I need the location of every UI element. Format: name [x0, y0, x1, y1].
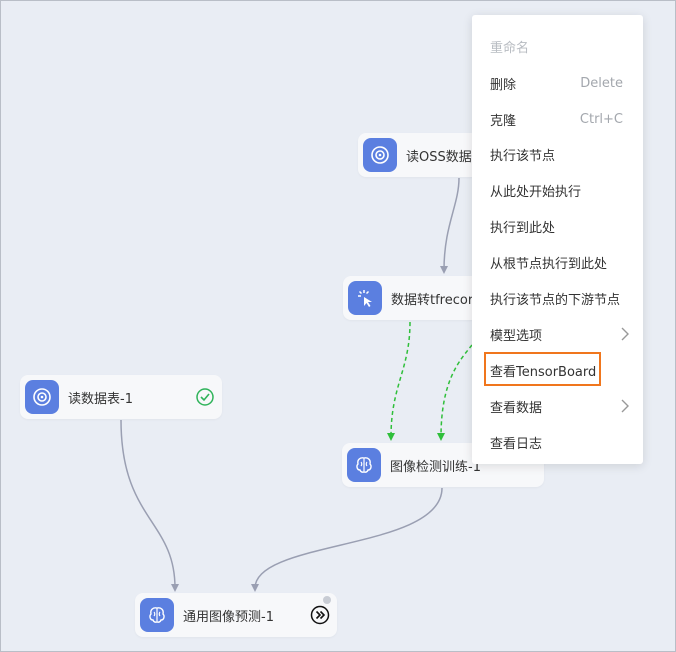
menu-item-label: 模型选项 [490, 328, 543, 344]
menu-item-label: 查看数据 [490, 400, 543, 416]
node-image-predict[interactable]: 通用图像预测-1 [135, 593, 337, 637]
cursor-click-icon [348, 281, 382, 315]
menu-item-rename[interactable]: 重命名 [472, 29, 643, 63]
menu-item-run-node[interactable]: 执行该节点 [472, 137, 643, 171]
node-label: 图像检测训练-1 [390, 459, 481, 475]
node-read-table[interactable]: 读数据表-1 [20, 375, 222, 419]
menu-item-label: 克隆 [490, 113, 517, 129]
context-menu: 重命名 删除 Delete 克隆 Ctrl+C 执行该节点 从此处开始执行 执行… [472, 15, 643, 464]
edge-oss-to-detection [437, 344, 473, 441]
menu-item-label: 执行该节点的下游节点 [490, 292, 621, 308]
chevron-right-icon [621, 327, 629, 341]
menu-item-run-downstream[interactable]: 执行该节点的下游节点 [472, 281, 643, 315]
target-icon [363, 138, 397, 172]
menu-item-run-from-here[interactable]: 从此处开始执行 [472, 173, 643, 207]
menu-item-view-data[interactable]: 查看数据 [472, 389, 643, 423]
chevron-right-icon [621, 399, 629, 413]
menu-item-run-to-here[interactable]: 执行到此处 [472, 209, 643, 243]
menu-item-view-log[interactable]: 查看日志 [472, 425, 643, 459]
menu-item-label: 重命名 [490, 40, 530, 56]
edge-tfrecord-to-detection [387, 321, 411, 441]
menu-item-shortcut: Ctrl+C [579, 111, 623, 127]
menu-item-label: 执行该节点 [490, 148, 556, 164]
menu-item-label: 从根节点执行到此处 [490, 256, 608, 272]
run-next-icon[interactable] [310, 605, 330, 625]
menu-item-model-options[interactable]: 模型选项 [472, 317, 643, 351]
node-label: 数据转tfrecor [391, 292, 474, 308]
brain-icon [140, 598, 174, 632]
menu-item-shortcut: Delete [580, 75, 623, 91]
node-label: 通用图像预测-1 [183, 609, 274, 625]
menu-item-label: 执行到此处 [490, 220, 556, 236]
menu-item-label: 从此处开始执行 [490, 184, 582, 200]
node-label: 读OSS数据 [406, 149, 472, 165]
edge-table-to-predict [120, 419, 179, 592]
target-icon [25, 380, 59, 414]
brain-icon [347, 448, 381, 482]
menu-item-run-root-to-here[interactable]: 从根节点执行到此处 [472, 245, 643, 279]
menu-item-delete[interactable]: 删除 Delete [472, 66, 643, 100]
node-label: 读数据表-1 [68, 391, 133, 407]
success-check-icon [195, 387, 215, 407]
menu-item-label: 删除 [490, 77, 517, 93]
menu-item-label: 查看日志 [490, 436, 543, 452]
output-port[interactable] [323, 596, 331, 604]
tensorboard-highlight-box [484, 352, 601, 386]
edge-oss-to-tfrecord [440, 177, 460, 274]
menu-item-clone[interactable]: 克隆 Ctrl+C [472, 102, 643, 136]
edge-detection-to-predict [251, 487, 443, 592]
